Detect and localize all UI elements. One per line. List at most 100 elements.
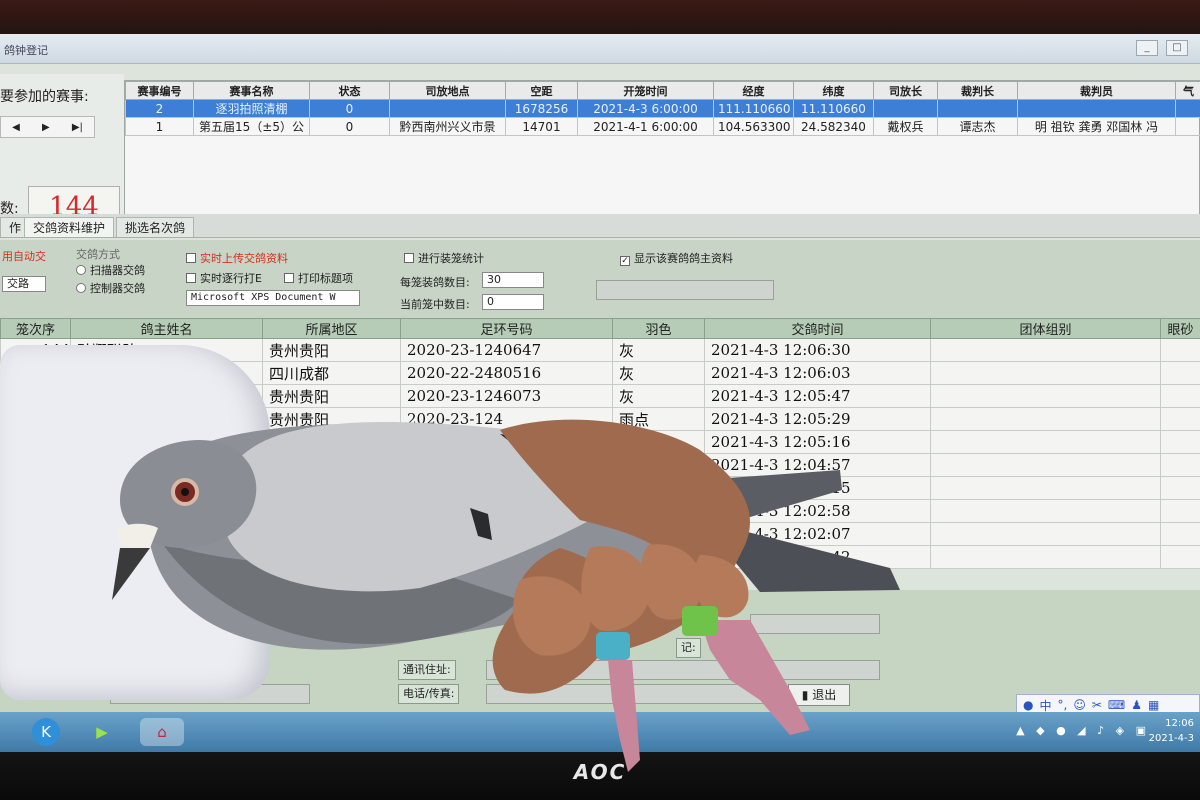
race-col-header[interactable]: 司放地点 bbox=[389, 81, 506, 100]
controller-radio[interactable]: 控制器交鸽 bbox=[76, 280, 145, 296]
race-col-header[interactable]: 空距 bbox=[505, 81, 578, 100]
note-field[interactable] bbox=[750, 614, 880, 634]
clock-cell bbox=[612, 476, 705, 500]
ime-emoji-icon[interactable]: ☺ bbox=[1073, 698, 1086, 712]
auto-clock-label[interactable]: 用自动交 bbox=[2, 248, 46, 264]
clock-cell bbox=[612, 430, 705, 454]
ime-logo-icon: ● bbox=[1023, 698, 1034, 712]
race-row-selected[interactable]: 2 逐羽拍照清棚 0 1678256 2021-4-3 6:00:00 111.… bbox=[125, 99, 1200, 118]
printer-select[interactable]: Microsoft XPS Document W bbox=[186, 290, 360, 306]
clock-col-header[interactable]: 羽色 bbox=[612, 318, 705, 339]
clock-cell bbox=[1160, 476, 1200, 500]
race-col-header[interactable]: 状态 bbox=[309, 81, 390, 100]
realtime-upload-checkbox[interactable]: 实时上传交鸽资料 bbox=[186, 250, 288, 266]
phone-field[interactable] bbox=[486, 684, 776, 704]
clock-cell bbox=[400, 499, 613, 523]
clock-cell bbox=[930, 545, 1161, 569]
clock-cell bbox=[400, 476, 613, 500]
clock-cell: 2020-23-124 bbox=[400, 407, 613, 431]
clock-cell bbox=[262, 453, 401, 477]
taskbar-clock[interactable]: 12:06 2021-4-3 bbox=[1149, 716, 1194, 746]
race-cell: 104.563300 bbox=[713, 117, 794, 136]
ime-skin-icon[interactable]: ▦ bbox=[1148, 698, 1159, 712]
print-header-checkbox[interactable]: 打印标题项 bbox=[284, 270, 353, 286]
clock-cell: 灰 bbox=[612, 384, 705, 408]
clock-cell bbox=[930, 430, 1161, 454]
race-nav-panel: 要参加的赛事: ◀ ▶ ▶| 数: 144 bbox=[0, 74, 124, 234]
clock-col-header[interactable]: 足环号码 bbox=[400, 318, 613, 339]
race-cell bbox=[1017, 99, 1176, 118]
realtime-print-checkbox[interactable]: 实时逐行打E bbox=[186, 270, 262, 286]
clock-cell: 贵州贵阳 bbox=[262, 338, 401, 362]
scanner-radio[interactable]: 扫描器交鸽 bbox=[76, 262, 145, 278]
tab-data-maintenance[interactable]: 交鸽资料维护 bbox=[24, 217, 115, 237]
tab-strip: 作 交鸽资料维护 挑选名次鸽 bbox=[0, 214, 1200, 238]
radio-icon bbox=[76, 283, 86, 293]
maximize-icon[interactable]: □ bbox=[1166, 40, 1188, 56]
exit-button[interactable]: ▮ 退出 bbox=[788, 684, 850, 706]
phone-label: 电话/传真: bbox=[398, 684, 460, 704]
nav-last-button[interactable]: ▶| bbox=[72, 122, 83, 133]
race-cell: 戴权兵 bbox=[873, 117, 938, 136]
exit-label: 退出 bbox=[812, 688, 837, 702]
race-cell bbox=[389, 99, 506, 118]
clock-cell bbox=[612, 522, 705, 546]
clocking-options: 用自动交 交鸽方式 扫描器交鸽 控制器交鸽 交路 实时上传交鸽资料 实时逐行打E… bbox=[0, 240, 1200, 318]
race-row[interactable]: 1 第五届15（±5）公 0 黔西南州兴义市景 14701 2021-4-1 6… bbox=[125, 117, 1200, 136]
taskbar: K ▶ ⌂ ▲ ◆ ● ◢ ♪ ◈ ▣ 12:06 2021-4-3 bbox=[0, 712, 1200, 752]
ime-keyboard-icon[interactable]: ⌨ bbox=[1108, 698, 1125, 712]
clock-col-header[interactable]: 眼砂 bbox=[1160, 318, 1200, 339]
clock-col-header[interactable]: 鸽主姓名 bbox=[70, 318, 263, 339]
tab-pick-ranked[interactable]: 挑选名次鸽 bbox=[116, 217, 195, 237]
clock-col-header[interactable]: 所属地区 bbox=[262, 318, 401, 339]
ime-tools-icon[interactable]: ✂ bbox=[1092, 698, 1102, 712]
race-col-header[interactable]: 司放长 bbox=[873, 81, 938, 100]
race-cell: 2021-4-3 6:00:00 bbox=[577, 99, 714, 118]
ime-user-icon[interactable]: ♟ bbox=[1131, 698, 1142, 712]
clock-method-label: 交鸽方式 bbox=[76, 248, 120, 261]
current-cage-stepper[interactable]: 0 bbox=[482, 294, 544, 310]
clock-cell: 2021-4-3 12:03:15 bbox=[704, 476, 931, 500]
race-col-header[interactable]: 开笼时间 bbox=[577, 81, 714, 100]
clock-cell bbox=[930, 407, 1161, 431]
race-col-header[interactable]: 赛事名称 bbox=[193, 81, 310, 100]
checkbox-icon bbox=[186, 273, 196, 283]
clock-all-button[interactable]: 交路 bbox=[2, 276, 46, 292]
k-app-icon[interactable]: K bbox=[32, 718, 60, 746]
cage-stats-checkbox[interactable]: 进行装笼统计 bbox=[404, 250, 484, 266]
clock-col-header[interactable]: 团体组别 bbox=[930, 318, 1161, 339]
nav-next-button[interactable]: ▶ bbox=[42, 122, 50, 133]
race-cell: 24.582340 bbox=[793, 117, 874, 136]
race-col-header[interactable]: 裁判员 bbox=[1017, 81, 1176, 100]
monitor-bezel-top bbox=[0, 0, 1200, 34]
clock-cell bbox=[1160, 545, 1200, 569]
system-tray[interactable]: ▲ ◆ ● ◢ ♪ ◈ ▣ bbox=[1016, 724, 1150, 737]
ime-lang[interactable]: 中 bbox=[1039, 697, 1051, 714]
race-col-header[interactable]: 赛事编号 bbox=[125, 81, 194, 100]
race-col-header[interactable]: 气 bbox=[1175, 81, 1200, 100]
race-col-header[interactable]: 纬度 bbox=[793, 81, 874, 100]
nav-first-button[interactable]: ◀ bbox=[12, 122, 20, 133]
show-owner-label: 显示该赛鸽鸽主资料 bbox=[634, 252, 733, 265]
clock-col-header[interactable]: 笼次序 bbox=[0, 318, 71, 339]
clock-cell: 灰 bbox=[612, 338, 705, 362]
clock-cell bbox=[1160, 430, 1200, 454]
clock-cell: 2020-23-1240647 bbox=[400, 338, 613, 362]
race-col-header[interactable]: 裁判长 bbox=[937, 81, 1018, 100]
show-owner-checkbox[interactable]: ✓ 显示该赛鸽鸽主资料 bbox=[620, 250, 733, 266]
per-cage-stepper[interactable]: 30 bbox=[482, 272, 544, 288]
clock-cell bbox=[612, 453, 705, 477]
ime-punct-icon[interactable]: °, bbox=[1058, 698, 1068, 712]
minimize-icon[interactable]: _ bbox=[1136, 40, 1158, 56]
clock-col-header[interactable]: 交鸽时间 bbox=[704, 318, 931, 339]
address-field[interactable] bbox=[486, 660, 880, 680]
race-cell bbox=[937, 99, 1018, 118]
race-cell: 明 祖钦 龚勇 邓国林 冯 bbox=[1017, 117, 1176, 136]
clock-header-row: 笼次序 鸽主姓名 所属地区 足环号码 羽色 交鸽时间 团体组别 眼砂 bbox=[0, 318, 1200, 339]
pigeon-app-icon[interactable]: ⌂ bbox=[140, 718, 184, 746]
clock-cell bbox=[262, 430, 401, 454]
media-player-icon[interactable]: ▶ bbox=[88, 718, 116, 746]
race-cell: 2 bbox=[125, 99, 194, 118]
clock-cell bbox=[612, 545, 705, 569]
race-col-header[interactable]: 经度 bbox=[713, 81, 794, 100]
